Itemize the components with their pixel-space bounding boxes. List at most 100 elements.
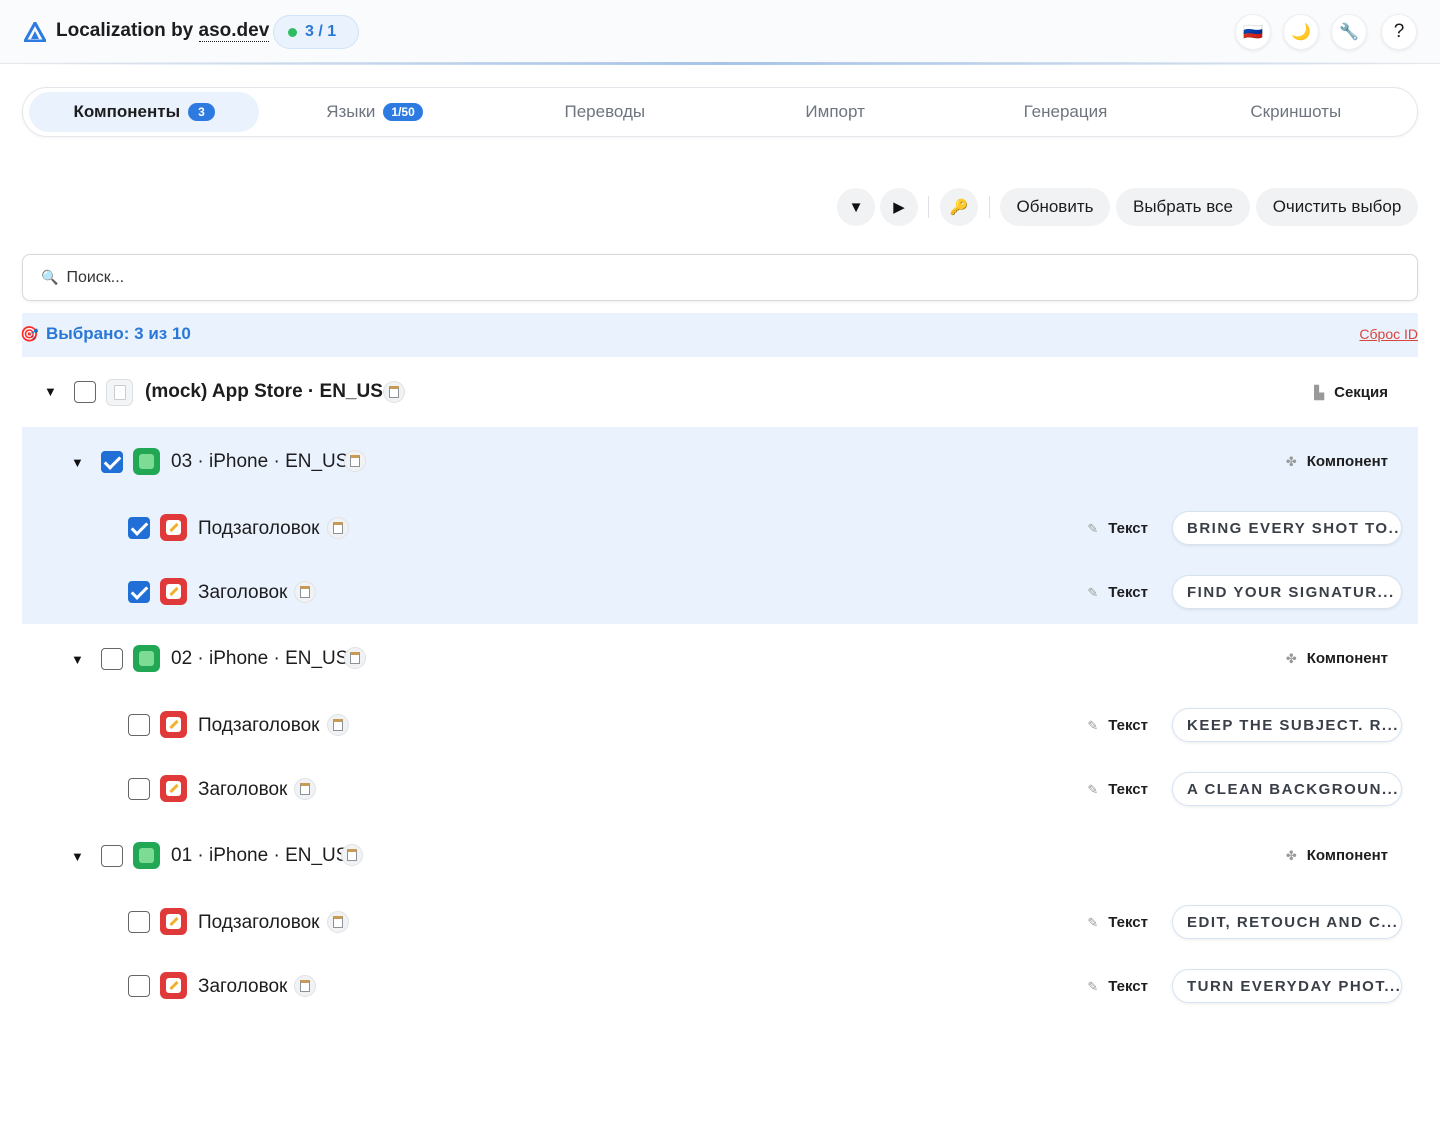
triangle-down-icon: ▼ xyxy=(848,198,864,216)
app-title-link[interactable]: aso.dev xyxy=(198,20,270,42)
text-value-pill[interactable]: A CLEAN BACKGROUN... xyxy=(1172,772,1402,806)
text-checkbox[interactable] xyxy=(128,714,150,736)
select-all-button[interactable]: Выбрать все xyxy=(1116,188,1250,226)
language-flag-button[interactable]: 🇷🇺 xyxy=(1235,14,1271,50)
triangle-right-icon: ▶ xyxy=(893,199,905,216)
kind-label: Текст xyxy=(1108,781,1148,798)
tab-languages[interactable]: Языки 1/50 xyxy=(259,92,489,132)
text-kind: ✎ Текст xyxy=(1087,717,1148,734)
component-label: 03 · iPhone · EN_US xyxy=(171,451,349,472)
text-checkbox[interactable] xyxy=(128,517,150,539)
text-kind: ✎ Текст xyxy=(1087,914,1148,931)
text-label: Подзаголовок xyxy=(198,715,320,736)
collapse-toggle-icon[interactable]: ▼ xyxy=(71,652,84,667)
tab-label: Компоненты xyxy=(73,102,181,121)
component-group: ▼ 03 · iPhone · EN_US ✤ Компонент Подзаго… xyxy=(22,427,1418,624)
notes-icon[interactable] xyxy=(327,911,349,933)
kind-label: Компонент xyxy=(1306,650,1388,667)
tab-components[interactable]: Компоненты 3 xyxy=(29,92,260,132)
selection-bar: 🎯 Выбрано: 3 из 10 Сброс ID xyxy=(20,313,1418,357)
component-kind: ✤ Компонент xyxy=(1286,453,1388,470)
top-header: Localization by aso.dev 3 / 1 🇷🇺 🌙 🔧 ? xyxy=(0,0,1440,64)
key-button[interactable]: 🔑 xyxy=(940,188,978,226)
status-dot-icon xyxy=(288,27,297,37)
theme-toggle-button[interactable]: 🌙 xyxy=(1283,14,1319,50)
pencil-icon: ✎ xyxy=(1087,914,1099,930)
tab-translations[interactable]: Переводы xyxy=(490,92,720,132)
text-value-pill[interactable]: TURN EVERYDAY PHOT... xyxy=(1172,969,1402,1003)
pencil-icon: ✎ xyxy=(1087,978,1099,994)
edit-icon xyxy=(160,775,187,802)
document-icon xyxy=(106,379,133,406)
notes-icon[interactable] xyxy=(344,450,366,472)
tab-label: Импорт xyxy=(805,102,865,121)
text-checkbox[interactable] xyxy=(128,778,150,800)
kind-label: Компонент xyxy=(1306,847,1388,864)
notes-icon[interactable] xyxy=(327,714,349,736)
app-title-prefix: Localization by xyxy=(56,20,199,41)
tab-generation[interactable]: Генерация xyxy=(950,92,1180,132)
edit-icon xyxy=(160,908,187,935)
puzzle-icon: ✤ xyxy=(1285,650,1297,666)
notes-icon[interactable] xyxy=(341,844,363,866)
component-kind: ✤ Компонент xyxy=(1286,847,1388,864)
flag-icon: 🇷🇺 xyxy=(1243,24,1263,41)
moon-icon: 🌙 xyxy=(1291,24,1311,41)
notes-icon[interactable] xyxy=(294,778,316,800)
notes-icon[interactable] xyxy=(327,517,349,539)
toolbar-divider xyxy=(989,196,990,218)
text-kind: ✎ Текст xyxy=(1087,520,1148,537)
clear-selection-button[interactable]: Очистить выбор xyxy=(1256,188,1418,226)
tab-label: Скриншоты xyxy=(1250,102,1342,121)
header-divider xyxy=(0,62,1440,65)
component-group: ▼ 01 · iPhone · EN_US ✤ Компонент Подзаго… xyxy=(22,821,1418,1018)
notes-icon[interactable] xyxy=(294,975,316,997)
reset-id-link[interactable]: Сброс ID xyxy=(1359,326,1418,342)
status-counter-badge[interactable]: 3 / 1 xyxy=(273,15,359,49)
search-input[interactable] xyxy=(66,268,1367,287)
component-checkbox[interactable] xyxy=(101,648,123,670)
pencil-icon: ✎ xyxy=(1087,781,1099,797)
puzzle-icon xyxy=(133,842,160,869)
text-value-pill[interactable]: EDIT, RETOUCH AND C... xyxy=(1172,905,1402,939)
text-checkbox[interactable] xyxy=(128,975,150,997)
tab-screenshots[interactable]: Скриншоты xyxy=(1181,92,1411,132)
text-checkbox[interactable] xyxy=(128,581,150,603)
text-checkbox[interactable] xyxy=(128,911,150,933)
search-bar: 🔍 xyxy=(22,254,1418,301)
help-label: ? xyxy=(1393,21,1405,42)
kind-label: Компонент xyxy=(1306,453,1388,470)
collapse-toggle-icon[interactable]: ▼ xyxy=(44,384,57,399)
notes-icon[interactable] xyxy=(383,381,405,403)
help-button[interactable]: ? xyxy=(1381,14,1417,50)
notes-icon[interactable] xyxy=(294,581,316,603)
refresh-button[interactable]: Обновить xyxy=(1000,188,1110,226)
collapse-toggle-icon[interactable]: ▼ xyxy=(71,849,84,864)
tree-row-section: ▼ (mock) App Store · EN_US ▙ Секция xyxy=(22,358,1418,426)
text-value-pill[interactable]: FIND YOUR SIGNATUR... xyxy=(1172,575,1402,609)
kind-label: Текст xyxy=(1108,584,1148,601)
puzzle-icon: ✤ xyxy=(1285,847,1297,863)
tools-button[interactable]: 🔧 xyxy=(1331,14,1367,50)
component-kind: ✤ Компонент xyxy=(1286,650,1388,667)
text-label: Заголовок xyxy=(198,779,288,800)
app-logo-icon xyxy=(24,22,46,42)
text-label: Заголовок xyxy=(198,582,288,603)
puzzle-icon xyxy=(133,448,160,475)
component-label: 01 · iPhone · EN_US xyxy=(171,845,349,866)
component-checkbox[interactable] xyxy=(101,451,123,473)
tab-import[interactable]: Импорт xyxy=(720,92,950,132)
puzzle-icon xyxy=(133,645,160,672)
text-kind: ✎ Текст xyxy=(1087,978,1148,995)
edit-icon xyxy=(160,578,187,605)
collapse-all-button[interactable]: ▼ xyxy=(837,188,875,226)
expand-all-button[interactable]: ▶ xyxy=(880,188,918,226)
tab-label: Генерация xyxy=(1023,102,1108,121)
section-checkbox[interactable] xyxy=(74,381,96,403)
text-value-pill[interactable]: BRING EVERY SHOT TO... xyxy=(1172,511,1402,545)
collapse-toggle-icon[interactable]: ▼ xyxy=(71,455,84,470)
text-value-pill[interactable]: KEEP THE SUBJECT. R... xyxy=(1172,708,1402,742)
component-checkbox[interactable] xyxy=(101,845,123,867)
search-icon: 🔍 xyxy=(41,269,59,285)
notes-icon[interactable] xyxy=(344,647,366,669)
